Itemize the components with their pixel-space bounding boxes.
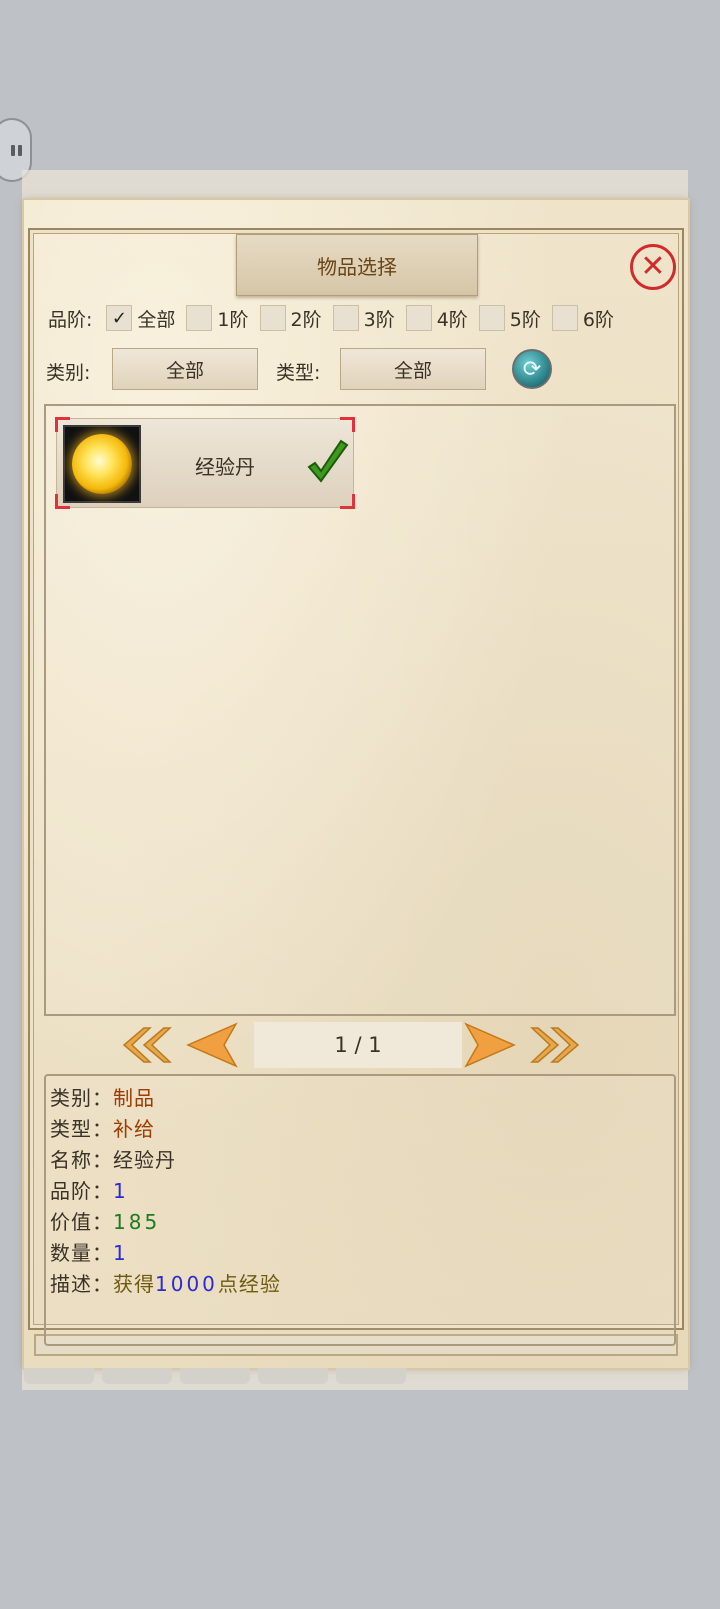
quality-option-1[interactable]: 1阶 <box>186 305 249 332</box>
item-name: 经验丹 <box>195 455 255 479</box>
list-item[interactable]: 经验丹 <box>55 417 355 509</box>
quality-option-label: 3阶 <box>363 308 395 331</box>
quality-option-label: 全部 <box>137 308 176 331</box>
checkbox[interactable] <box>332 305 359 331</box>
close-button[interactable]: ✕ <box>630 244 676 290</box>
detail-type: 类型：补给 <box>50 1113 155 1142</box>
quality-option-label: 6阶 <box>582 308 614 331</box>
detail-value: 制品 <box>113 1086 155 1110</box>
detail-value: 1 <box>113 1179 129 1203</box>
golden-orb-icon <box>63 425 141 503</box>
desc-amount: 1000 <box>155 1272 218 1296</box>
pager: 1 / 1 <box>120 1020 600 1070</box>
category-dropdown[interactable]: 全部 <box>112 348 258 390</box>
detail-label: 数量： <box>50 1241 113 1265</box>
detail-label: 名称： <box>50 1148 113 1172</box>
next-page-button[interactable] <box>464 1022 516 1068</box>
checkbox[interactable] <box>259 305 286 331</box>
checkbox[interactable] <box>405 305 432 331</box>
selection-corner <box>340 494 355 509</box>
detail-label: 类型： <box>50 1117 113 1141</box>
detail-price: 价值：185 <box>50 1206 160 1235</box>
type-dropdown[interactable]: 全部 <box>340 348 486 390</box>
quality-option-label: 2阶 <box>290 308 322 331</box>
detail-label: 价值： <box>50 1210 113 1234</box>
detail-label: 品阶： <box>50 1179 113 1203</box>
quality-option-5[interactable]: 5阶 <box>478 305 541 332</box>
detail-label: 描述： <box>50 1272 113 1296</box>
type-filter-label: 类型: <box>276 362 321 384</box>
checkbox[interactable] <box>478 305 505 331</box>
selection-corner <box>55 494 70 509</box>
detail-count: 数量：1 <box>50 1237 129 1266</box>
tab-stub <box>258 1368 328 1384</box>
quality-option-label: 1阶 <box>217 308 249 331</box>
quality-option-label: 5阶 <box>509 308 541 331</box>
refresh-button[interactable]: ⟳ <box>512 349 552 389</box>
detail-description: 描述：获得1000点经验 <box>50 1268 281 1297</box>
quality-filter: 品阶: ✓ 全部 1阶 2阶 3阶 4阶 5阶 6阶 <box>48 300 625 336</box>
check-icon <box>307 439 349 483</box>
orb-graphic <box>72 434 132 494</box>
desc-suffix: 点经验 <box>217 1272 281 1296</box>
quality-option-label: 4阶 <box>436 308 468 331</box>
last-page-button[interactable] <box>530 1022 582 1068</box>
detail-value: 1 <box>113 1241 129 1265</box>
hidden-tab-row <box>24 1368 406 1384</box>
tab-stub <box>24 1368 94 1384</box>
pause-icon <box>10 144 22 156</box>
checkbox-checked[interactable]: ✓ <box>106 305 133 331</box>
quality-filter-label: 品阶: <box>48 308 93 331</box>
selection-corner <box>340 417 355 432</box>
detail-name: 名称：经验丹 <box>50 1144 176 1173</box>
detail-value: 经验丹 <box>113 1148 176 1172</box>
quality-option-2[interactable]: 2阶 <box>259 305 322 332</box>
quality-option-6[interactable]: 6阶 <box>551 305 614 332</box>
close-icon: ✕ <box>640 249 666 284</box>
tab-stub <box>336 1368 406 1384</box>
detail-value: 补给 <box>113 1117 155 1141</box>
quality-option-all[interactable]: ✓ 全部 <box>106 305 175 332</box>
selection-corner <box>55 417 70 432</box>
tab-stub <box>102 1368 172 1384</box>
prev-page-button[interactable] <box>186 1022 238 1068</box>
detail-category: 类别：制品 <box>50 1082 155 1111</box>
checkbox[interactable] <box>551 305 578 331</box>
tab-stub <box>180 1368 250 1384</box>
refresh-icon: ⟳ <box>522 356 542 382</box>
detail-label: 类别： <box>50 1086 113 1110</box>
detail-value: 185 <box>113 1210 161 1234</box>
detail-quality: 品阶：1 <box>50 1175 129 1204</box>
desc-prefix: 获得 <box>113 1272 155 1296</box>
page-indicator: 1 / 1 <box>254 1022 462 1068</box>
category-filter-label: 类别: <box>46 362 91 384</box>
dialog-title: 物品选择 <box>236 234 478 296</box>
quality-option-4[interactable]: 4阶 <box>405 305 468 332</box>
checkbox[interactable] <box>186 305 213 331</box>
first-page-button[interactable] <box>120 1022 172 1068</box>
quality-option-3[interactable]: 3阶 <box>332 305 395 332</box>
